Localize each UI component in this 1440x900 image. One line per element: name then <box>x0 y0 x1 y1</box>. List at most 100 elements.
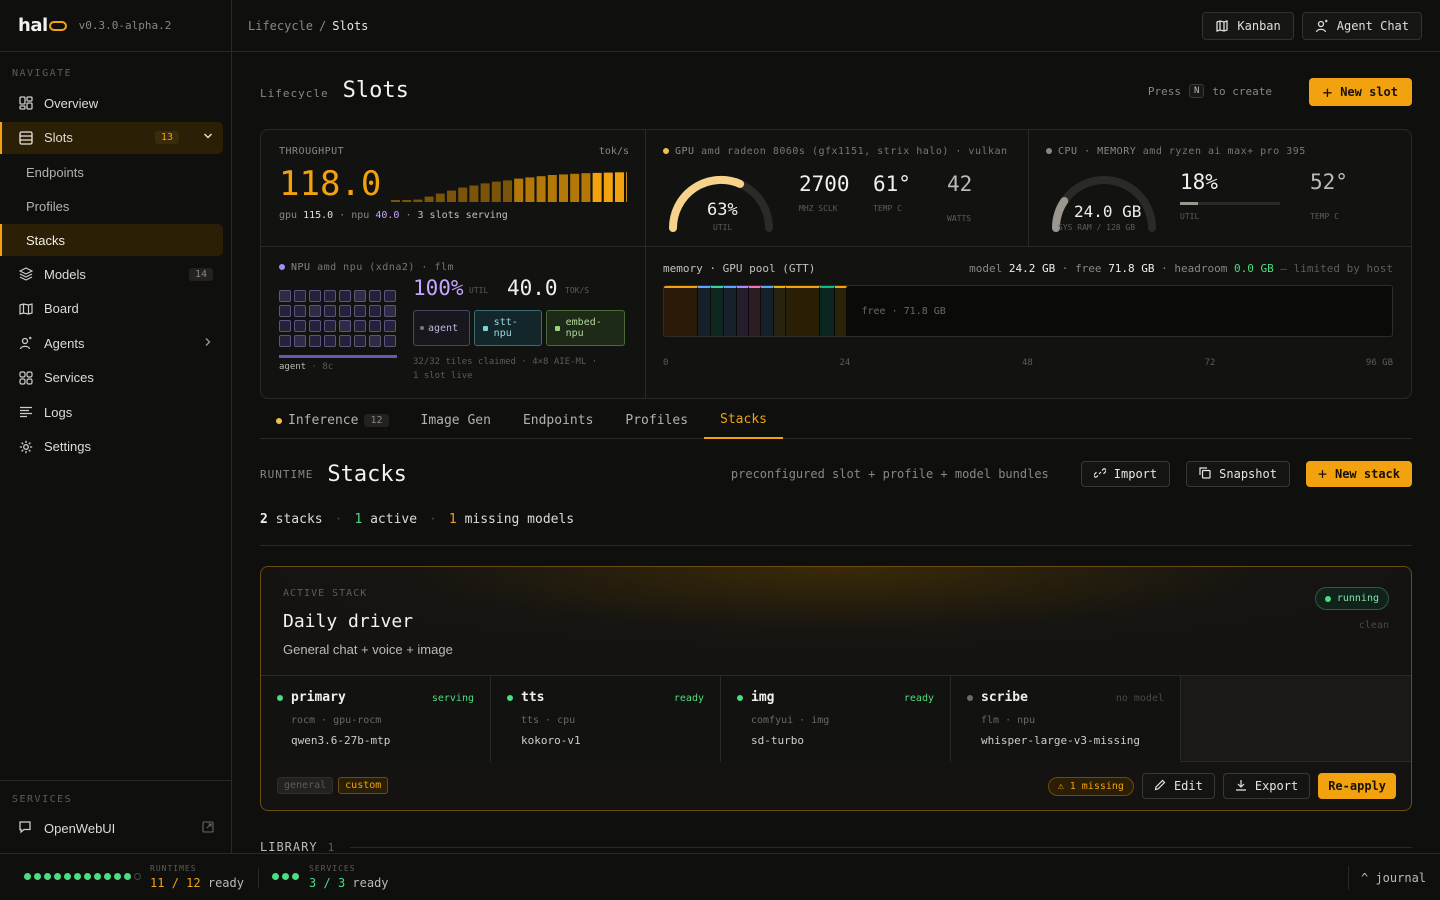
gpu-label: GPU <box>675 146 695 157</box>
breadcrumb-parent[interactable]: Lifecycle <box>248 19 313 33</box>
runtimes-total: 12 <box>186 876 201 890</box>
chevron-down-icon[interactable] <box>203 131 213 144</box>
cpu-temp: 52° <box>1310 170 1348 194</box>
memory-summary: model 24.2 GB · free 71.8 GB · headroom … <box>969 262 1393 275</box>
sidebar-item-label: Slots <box>44 130 73 145</box>
runtime-dot <box>74 873 81 880</box>
stack-slots: primary serving rocm · gpu-rocm qwen3.6-… <box>261 675 1411 762</box>
sidebar-item-services[interactable]: Services <box>8 362 223 394</box>
sidebar-item-settings[interactable]: Settings <box>8 431 223 463</box>
slot-name: scribe <box>981 690 1028 705</box>
throughput-bar <box>603 172 613 202</box>
edit-button[interactable]: Edit <box>1141 773 1215 799</box>
gpu-watts-label: WATTS <box>947 214 972 223</box>
sidebar-item-overview[interactable]: Overview <box>8 87 223 119</box>
memory-segment[interactable] <box>820 286 835 336</box>
throughput-label: THROUGHPUT <box>279 146 345 157</box>
main-content: Lifecycle Slots Press N to create + New … <box>232 52 1440 854</box>
npu-chip-stt[interactable]: stt-npu <box>474 310 542 346</box>
memory-segment[interactable] <box>773 286 787 336</box>
tab-profiles[interactable]: Profiles <box>609 402 704 439</box>
create-hint: Press N to create <box>1148 84 1272 98</box>
memory-segment[interactable] <box>736 286 749 336</box>
throughput-card: THROUGHPUT tok/s 118.0 gpu 115.0 · npu 4… <box>279 146 629 236</box>
chevron-right-icon[interactable] <box>203 337 213 350</box>
memory-segment[interactable] <box>711 286 724 336</box>
headroom-label: headroom <box>1174 262 1228 275</box>
npu-tok-label: TOK/S <box>565 286 590 295</box>
tab-stacks[interactable]: Stacks <box>704 402 783 439</box>
npu-chip-embed[interactable]: embed-npu <box>546 310 625 346</box>
runtime-dot <box>124 873 131 880</box>
runtime-label: RUNTIME <box>260 467 314 481</box>
runtimes-ready: 11 <box>150 876 165 890</box>
snapshot-label: Snapshot <box>1219 467 1277 481</box>
reapply-button[interactable]: Re-apply <box>1318 773 1396 799</box>
external-link-icon[interactable] <box>202 820 214 836</box>
throughput-bar <box>525 177 535 202</box>
runtime-dot <box>84 873 91 880</box>
npu-tile <box>324 290 336 302</box>
npu-tile <box>309 305 321 317</box>
snapshot-button[interactable]: Snapshot <box>1186 461 1290 487</box>
runtime-dot <box>94 873 101 880</box>
stacks-count-label: stacks <box>275 512 323 527</box>
stack-slot-img[interactable]: img ready comfyui · img sd-turbo <box>721 676 951 762</box>
stack-slot-primary[interactable]: primary serving rocm · gpu-rocm qwen3.6-… <box>261 676 491 762</box>
new-stack-button[interactable]: + New stack <box>1305 461 1412 487</box>
sidebar-item-profiles[interactable]: Profiles <box>8 190 223 222</box>
memory-segment[interactable] <box>786 286 821 336</box>
npu-tile <box>294 305 306 317</box>
gpu-label: gpu <box>279 210 298 221</box>
npu-chip-agent[interactable]: agent <box>413 310 470 346</box>
throughput-value: 118.0 <box>279 164 382 204</box>
missing-badge: ⚠ 1 missing <box>1047 776 1134 796</box>
npu-tile <box>384 335 396 347</box>
journal-toggle[interactable]: ^ journal <box>1361 871 1426 885</box>
kanban-icon <box>1216 19 1229 32</box>
active-stack-card[interactable]: ACTIVE STACK Daily driver General chat +… <box>260 566 1412 811</box>
tab-image-gen[interactable]: Image Gen <box>405 402 507 439</box>
tab-inference[interactable]: Inference 12 <box>260 402 405 439</box>
gpu-throughput: 115.0 <box>303 210 334 221</box>
new-slot-button[interactable]: + New slot <box>1308 78 1412 106</box>
memory-segment[interactable] <box>664 286 699 336</box>
throughput-bar <box>435 193 445 202</box>
sidebar-item-models[interactable]: Models 14 <box>8 258 223 290</box>
tab-endpoints[interactable]: Endpoints <box>507 402 609 439</box>
sidebar-item-stacks[interactable]: Stacks <box>0 224 223 256</box>
gpu-status-dot <box>663 148 669 154</box>
export-button[interactable]: Export <box>1222 773 1311 799</box>
stack-slot-scribe[interactable]: scribe no model flm · npu whisper-large-… <box>951 676 1181 762</box>
sidebar-item-endpoints[interactable]: Endpoints <box>8 156 223 188</box>
memory-segment[interactable] <box>834 286 848 336</box>
sidebar-item-label: Models <box>44 266 86 282</box>
cpu-device: amd ryzen ai max+ pro 395 <box>1142 146 1306 157</box>
memory-segment[interactable] <box>748 286 762 336</box>
services-status[interactable]: 3 / 3 ready <box>309 876 389 890</box>
divider <box>0 780 231 781</box>
import-button[interactable]: Import <box>1080 461 1171 487</box>
agent-chat-button[interactable]: Agent Chat <box>1301 11 1422 40</box>
stack-slot-tts[interactable]: tts ready tts · cpu kokoro-v1 <box>491 676 721 762</box>
kanban-button[interactable]: Kanban <box>1202 11 1294 40</box>
app-logo[interactable]: hal <box>18 15 67 36</box>
memory-segment[interactable] <box>698 286 712 336</box>
sidebar-item-logs[interactable]: Logs <box>8 396 223 428</box>
slot-model: sd-turbo <box>751 734 804 747</box>
runtimes-status[interactable]: 11 / 12 ready <box>150 876 244 890</box>
kanban-label: Kanban <box>1237 18 1281 33</box>
memory-segment[interactable] <box>723 286 737 336</box>
memory-model: 24.2 GB <box>1008 262 1056 275</box>
service-openwebui[interactable]: OpenWebUI <box>18 818 214 838</box>
stack-description: General chat + voice + image <box>283 642 453 657</box>
sidebar-item-agents[interactable]: Agents <box>8 327 223 359</box>
npu-tile <box>309 290 321 302</box>
tab-label: Inference <box>288 413 359 428</box>
stack-tag: general <box>277 777 334 794</box>
throughput-bar <box>581 173 591 202</box>
slot-status-dot <box>737 694 743 701</box>
sidebar-item-board[interactable]: Board <box>8 293 223 325</box>
memory-segment[interactable] <box>761 286 774 336</box>
sidebar-item-slots[interactable]: Slots 13 <box>0 121 223 154</box>
